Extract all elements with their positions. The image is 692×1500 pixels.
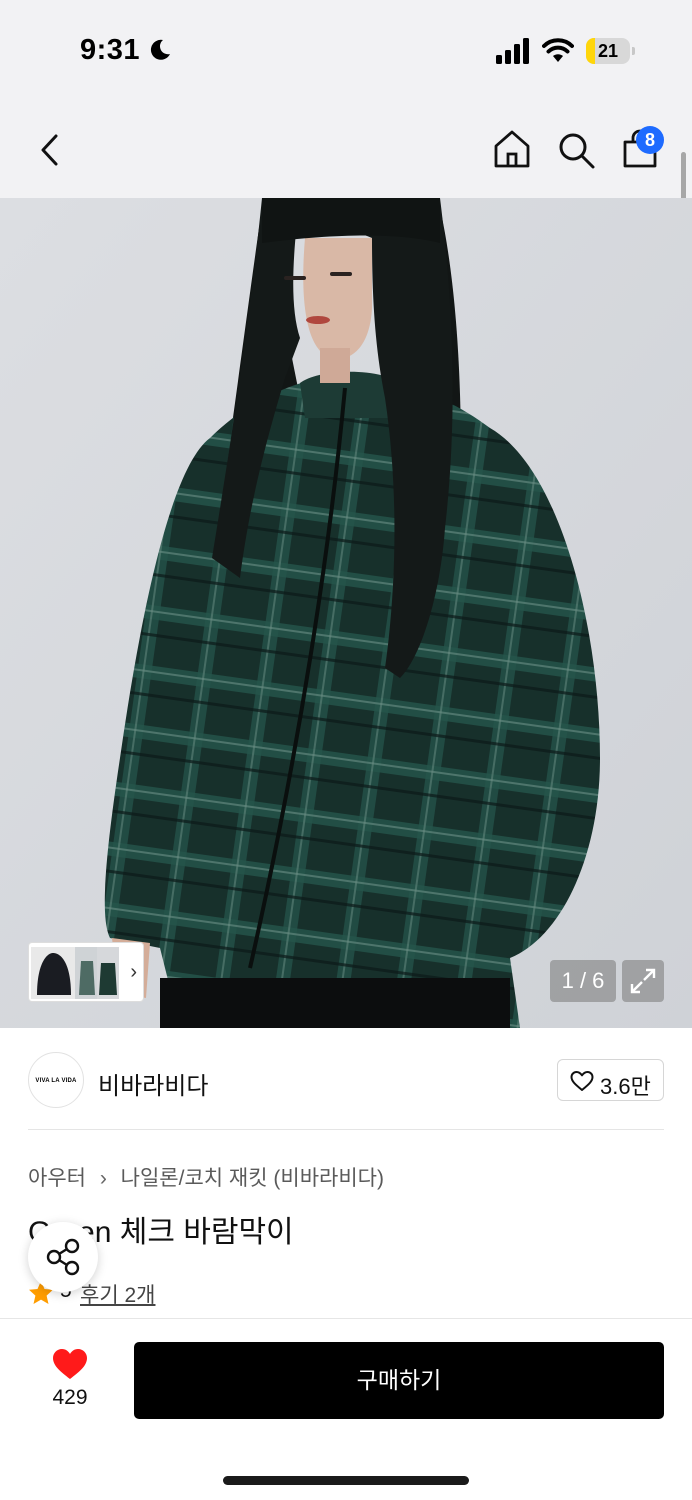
- brand-name[interactable]: 비바라비다: [98, 1066, 208, 1101]
- model-photo-illustration: [0, 198, 692, 1028]
- product-image[interactable]: [0, 198, 692, 1028]
- thumbnail-strip[interactable]: ›: [28, 942, 144, 1002]
- wishlist-button[interactable]: 429: [40, 1344, 100, 1412]
- brand-logo[interactable]: VIVA LA VIDA: [28, 1052, 84, 1108]
- expand-icon[interactable]: [622, 960, 664, 1002]
- breadcrumb-category[interactable]: 아우터: [28, 1162, 86, 1192]
- heart-outline-icon: [570, 1071, 594, 1091]
- status-time: 9:31: [80, 34, 141, 66]
- thumbnail-images: [31, 947, 119, 999]
- back-button[interactable]: [32, 130, 68, 170]
- brand-like-count: 3.6만: [600, 1074, 651, 1099]
- buy-button[interactable]: 구매하기: [134, 1342, 664, 1419]
- image-page-counter: 1 / 6: [550, 960, 616, 1002]
- chevron-right-icon: ›: [99, 1167, 107, 1190]
- moon-icon: [150, 39, 170, 60]
- cart-count-badge: 8: [636, 126, 664, 154]
- wishlist-count: 429: [52, 1386, 88, 1409]
- brand-like-button[interactable]: 3.6만: [557, 1059, 664, 1101]
- home-indicator: [223, 1476, 469, 1485]
- divider: [28, 1129, 664, 1130]
- share-button[interactable]: [28, 1222, 98, 1292]
- battery-indicator: 21: [586, 38, 635, 64]
- cellular-signal-icon: [496, 38, 529, 64]
- chevron-right-icon: ›: [130, 961, 137, 983]
- share-icon: [46, 1238, 80, 1276]
- battery-level-text: 21: [597, 41, 619, 61]
- search-icon[interactable]: [556, 130, 596, 170]
- breadcrumb-subcategory[interactable]: 나일론/코치 재킷 (비바라비다): [121, 1162, 384, 1192]
- home-icon[interactable]: [492, 128, 532, 170]
- heart-filled-icon: [53, 1349, 87, 1379]
- wifi-icon: [542, 38, 574, 62]
- breadcrumb: 아우터 › 나일론/코치 재킷 (비바라비다): [28, 1162, 384, 1192]
